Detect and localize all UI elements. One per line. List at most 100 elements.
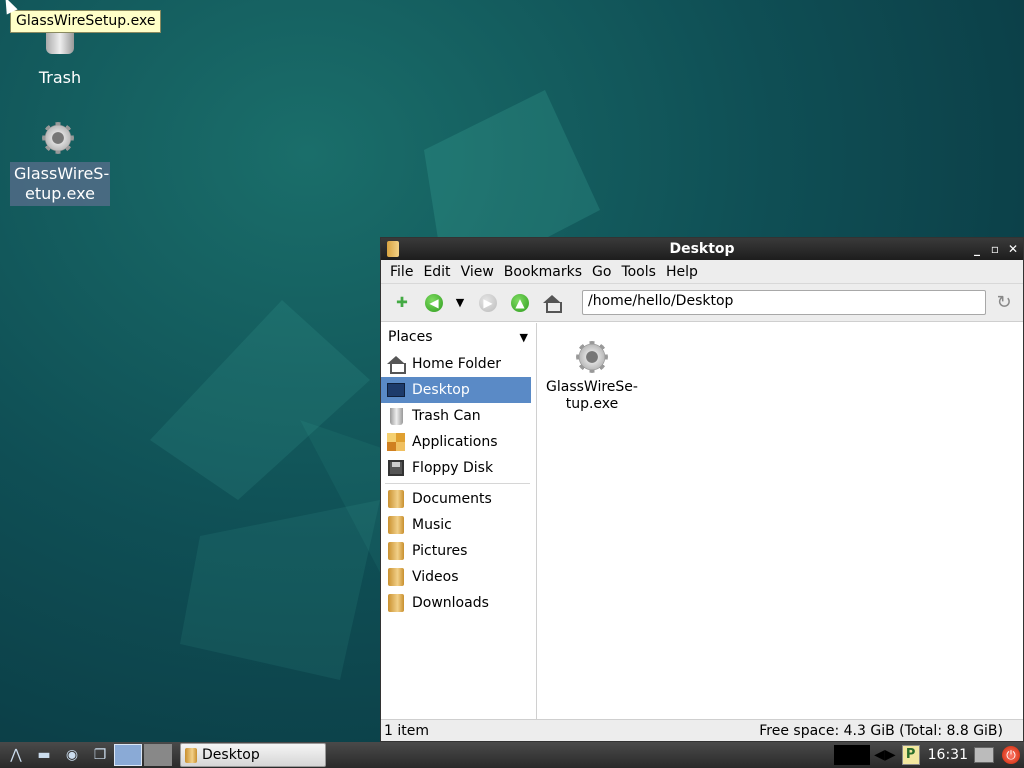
window-titlebar[interactable]: Desktop _ ▫ ✕ [381,238,1023,260]
free-space: Free space: 4.3 GiB (Total: 8.8 GiB) [759,722,1003,739]
sidebar-item-music[interactable]: Music [381,512,536,538]
forward-button[interactable]: ▶ [475,290,501,316]
toolbar: ✚ ◀ ▼ ▶ ▲ /home/hello/Desktop ↻ [381,284,1023,322]
folder-icon [385,593,407,613]
cpu-monitor [834,745,871,765]
statusbar: 1 item Free space: 4.3 GiB (Total: 8.8 G… [381,719,1023,741]
up-arrow-icon: ▲ [511,293,529,312]
item-count: 1 item [384,722,429,739]
network-arrows-icon[interactable]: ◀▶ [874,747,896,763]
folder-icon [385,567,407,587]
desktop-icon-label: Trash [38,68,82,87]
sidebar-item-label: Videos [412,569,459,585]
sidebar-item-desktop[interactable]: Desktop [381,377,531,403]
home-button[interactable] [539,290,565,316]
taskbar-task-desktop[interactable]: Desktop [180,743,326,767]
sidebar-item-label: Applications [412,434,498,450]
sidebar-item-label: Floppy Disk [412,460,494,476]
home-folder-icon [385,354,407,374]
sidebar-item-label: Home Folder [412,356,502,372]
sidebar-item-label: Music [412,517,452,533]
window-title: Desktop [669,241,735,257]
floppy-disk-icon [385,458,407,478]
trash-icon [42,28,78,64]
home-icon [543,294,562,313]
sidebar-item-videos[interactable]: Videos [381,564,536,590]
sidebar-divider [385,483,530,484]
sidebar-item-documents[interactable]: Documents [381,486,536,512]
power-icon[interactable]: ⏻ [1002,746,1020,764]
maximize-icon[interactable]: ▫ [989,238,1001,260]
desktop-icon-trash[interactable]: Trash [10,28,110,87]
gear-icon [576,341,608,373]
file-item-label: tup.exe [565,396,619,412]
minimize-icon[interactable]: _ [971,238,983,260]
sidebar-item-downloads[interactable]: Downloads [381,590,536,616]
sidebar-item-pictures[interactable]: Pictures [381,538,536,564]
tray-app-icon[interactable]: P [901,745,920,765]
sidebar-item-home-folder[interactable]: Home Folder [381,351,536,377]
clock[interactable]: 16:31 [928,747,968,763]
forward-arrow-icon: ▶ [479,293,497,312]
menu-edit[interactable]: Edit [418,264,455,280]
chevron-down-icon: ▼ [519,330,528,344]
label-line: GlassWireS- [14,164,110,183]
back-button[interactable]: ◀ [421,290,447,316]
go-button[interactable]: ↻ [993,292,1015,314]
go-arrow-icon: ↻ [996,292,1012,313]
history-dropdown-button[interactable]: ▼ [453,290,467,316]
menu-file[interactable]: File [385,264,418,280]
file-manager-window: Desktop _ ▫ ✕ File Edit View Bookmarks G… [380,237,1024,742]
globe-icon: ◉ [65,747,79,763]
new-tab-button[interactable]: ✚ [389,290,415,316]
task-label: Desktop [202,747,260,763]
file-item-label: GlassWireSe- [546,379,638,395]
desktop-icon [385,380,407,400]
folder-icon: ▬ [37,747,51,763]
desktop-icon-glasswire[interactable]: GlassWireS- etup.exe [10,122,110,206]
sidebar-item-trash-can[interactable]: Trash Can [381,403,536,429]
menu-go[interactable]: Go [587,264,616,280]
back-arrow-icon: ◀ [425,293,443,312]
show-desktop-button[interactable]: ❐ [88,744,112,766]
close-icon[interactable]: ✕ [1007,238,1019,260]
address-bar-input[interactable]: /home/hello/Desktop [582,290,986,315]
gear-icon [42,122,78,158]
tooltip: GlassWireSetup.exe [10,10,162,33]
menu-help[interactable]: Help [661,264,703,280]
sidebar-item-label: Downloads [412,595,489,611]
sidebar-item-label: Trash Can [412,408,481,424]
file-item-glasswire[interactable]: GlassWireSe- tup.exe [546,341,638,413]
sidebar-item-label: Documents [412,491,492,507]
desktop-icon-label: GlassWireS- etup.exe [10,162,110,206]
menu-tools[interactable]: Tools [616,264,661,280]
chevron-down-icon: ▼ [455,296,465,309]
folder-icon [385,489,407,509]
folder-icon [387,241,399,257]
up-button[interactable]: ▲ [507,290,533,316]
folder-icon [185,747,197,763]
monitor-icon[interactable] [974,747,994,763]
menu-view[interactable]: View [456,264,499,280]
start-menu-button[interactable]: ⋀ [4,744,28,766]
menu-bookmarks[interactable]: Bookmarks [499,264,587,280]
sidebar-item-label: Desktop [412,382,470,398]
folder-icon [385,541,407,561]
desktop-pager-2[interactable] [144,744,172,766]
folder-icon [385,515,407,535]
sidebar-item-applications[interactable]: Applications [381,429,536,455]
lxde-logo-icon: ⋀ [10,747,22,763]
menubar: File Edit View Bookmarks Go Tools Help [381,260,1023,284]
sidebar-item-label: Pictures [412,543,468,559]
file-view[interactable]: GlassWireSe- tup.exe [538,323,1023,719]
windows-icon: ❐ [93,747,107,763]
desktop-pager-1[interactable] [114,744,142,766]
wallpaper-shard [180,500,380,680]
browser-launcher[interactable]: ◉ [60,744,84,766]
sidebar-mode-select[interactable]: Places ▼ [381,323,536,351]
system-tray: ◀▶ P 16:31 ⏻ [834,742,1024,768]
sidebar-item-floppy-disk[interactable]: Floppy Disk [381,455,536,481]
trash-can-icon [385,406,407,426]
file-manager-launcher[interactable]: ▬ [32,744,56,766]
taskbar: ⋀ ▬ ◉ ❐ Desktop ◀▶ P 16:31 ⏻ [0,742,1024,768]
